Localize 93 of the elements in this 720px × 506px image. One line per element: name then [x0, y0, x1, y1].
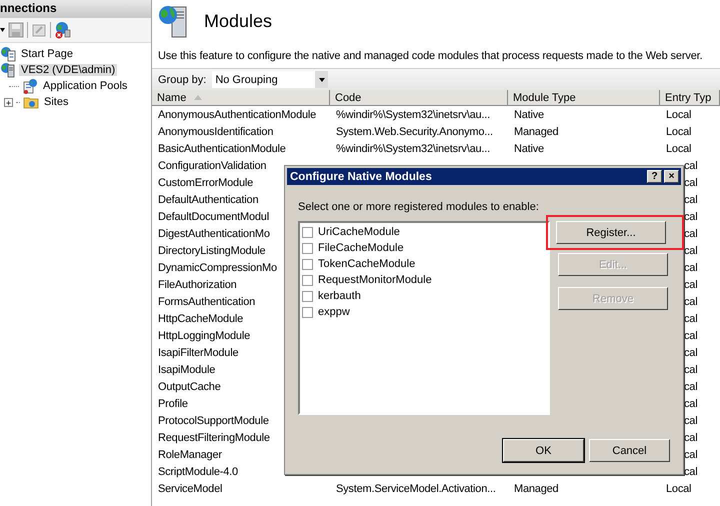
table-cell: cal — [684, 312, 698, 324]
pane-title: nnections — [0, 0, 151, 18]
tree-item[interactable]: Start Page — [19, 48, 75, 60]
table-cell: IsapiFilterModule — [158, 346, 238, 358]
table-cell: OutputCache — [158, 380, 221, 392]
table-cell: cal — [684, 296, 698, 308]
server-icon — [0, 62, 16, 78]
table-cell: Managed — [514, 482, 558, 494]
table-cell: ScriptModule-4.0 — [158, 466, 238, 478]
dialog-button[interactable]: Cancel — [589, 439, 670, 462]
page-title: Modules — [204, 10, 272, 32]
table-cell: DefaultDocumentModul — [158, 210, 269, 222]
tree-item[interactable]: Sites — [42, 96, 70, 108]
table-cell: ConfigurationValidation — [158, 160, 266, 172]
column-header[interactable]: Name — [152, 90, 330, 106]
close-button[interactable]: × — [664, 170, 679, 183]
table-cell: cal — [684, 466, 698, 478]
table-cell: Managed — [514, 126, 558, 138]
table-cell: cal — [684, 380, 698, 392]
table-cell: cal — [684, 160, 698, 172]
table-cell: AnonymousAuthenticationModule — [158, 108, 316, 120]
table-cell: Native — [514, 108, 544, 120]
dropdown-arrow-icon[interactable] — [0, 28, 5, 32]
table-cell: cal — [684, 244, 698, 256]
column-header[interactable]: Entry Typ — [660, 90, 720, 106]
table-cell: cal — [684, 262, 698, 274]
table-cell: Local — [666, 482, 692, 494]
table-cell: System.ServiceModel.Activation... — [336, 482, 496, 494]
connect-icon[interactable] — [31, 22, 47, 38]
checkbox[interactable] — [302, 290, 313, 302]
table-cell: cal — [684, 330, 698, 342]
table-cell: Native — [514, 142, 544, 154]
table-cell: cal — [684, 194, 698, 206]
table-cell: cal — [684, 448, 698, 460]
table-cell: ServiceModel — [158, 482, 222, 494]
checkbox[interactable] — [302, 274, 313, 286]
table-cell: ProtocolSupportModule — [158, 414, 269, 426]
checkbox-label[interactable]: exppw — [318, 306, 350, 318]
table-cell: HttpLoggingModule — [158, 330, 250, 342]
table-cell: cal — [684, 210, 698, 222]
checkbox-label[interactable]: TokenCacheModule — [318, 258, 416, 270]
table-cell: IsapiModule — [158, 364, 216, 376]
help-button[interactable]: ? — [647, 170, 662, 183]
checkbox-label[interactable]: FileCacheModule — [318, 242, 404, 254]
dialog-button[interactable]: OK — [503, 439, 584, 462]
checkbox[interactable] — [302, 242, 313, 254]
table-cell: BasicAuthenticationModule — [158, 142, 286, 154]
table-cell: DynamicCompressionMo — [158, 262, 277, 274]
table-cell: cal — [684, 398, 698, 410]
table-cell: Local — [666, 108, 692, 120]
checkbox[interactable] — [302, 258, 313, 270]
group-by-label: Group by: — [158, 74, 206, 86]
table-cell: Local — [666, 126, 692, 138]
dialog-title-bar: Configure Native Modules ? × — [287, 168, 681, 185]
table-cell: Profile — [158, 398, 188, 410]
table-cell: cal — [684, 176, 698, 188]
table-cell: FormsAuthentication — [158, 296, 256, 308]
table-cell: DirectoryListingModule — [158, 244, 266, 256]
table-cell: %windir%\System32\inetsrv\au... — [336, 142, 490, 154]
dialog-button[interactable]: Register... — [556, 221, 666, 244]
expand-toggle[interactable]: + — [4, 98, 13, 106]
table-cell: Local — [666, 142, 692, 154]
application-pools-icon — [22, 78, 38, 94]
checkbox[interactable] — [302, 306, 313, 318]
checkbox-label[interactable]: kerbauth — [318, 290, 361, 302]
table-cell: RequestFilteringModule — [158, 432, 270, 444]
table-cell: %windir%\System32\inetsrv\au... — [336, 108, 490, 120]
column-header[interactable]: Code — [330, 90, 508, 106]
table-cell: FileAuthorization — [158, 278, 237, 290]
disconnect-icon[interactable] — [54, 21, 72, 39]
table-cell: HttpCacheModule — [158, 312, 244, 324]
checkbox-label[interactable]: UriCacheModule — [318, 226, 400, 238]
table-cell: cal — [684, 228, 698, 240]
checkbox-label[interactable]: RequestMonitorModule — [318, 274, 432, 286]
dropdown-arrow-icon[interactable] — [318, 78, 325, 82]
dialog-prompt: Select one or more registered modules to enable: — [298, 201, 540, 213]
table-cell: cal — [684, 432, 698, 444]
tree-item[interactable]: Application Pools — [41, 80, 130, 92]
checkbox[interactable] — [302, 226, 313, 238]
page-description: Use this feature to configure the native and managed code modules that process requests made to the Web server. — [158, 50, 704, 62]
table-cell: AnonymousIdentification — [158, 126, 274, 138]
table-cell: System.Web.Security.Anonymo... — [336, 126, 493, 138]
column-header[interactable]: Module Type — [508, 90, 660, 106]
table-cell: DefaultAuthentication — [158, 194, 258, 206]
table-cell: cal — [684, 414, 698, 426]
table-cell: RoleManager — [158, 448, 222, 460]
table-cell: CustomErrorModule — [158, 176, 254, 188]
table-cell: cal — [684, 364, 698, 376]
table-cell: cal — [684, 278, 698, 290]
tree-item[interactable]: VES2 (VDE\admin) — [19, 64, 118, 76]
group-by-dropdown[interactable]: No Grouping — [212, 71, 328, 88]
table-cell: cal — [684, 346, 698, 358]
table-cell: DigestAuthenticationMo — [158, 228, 270, 240]
